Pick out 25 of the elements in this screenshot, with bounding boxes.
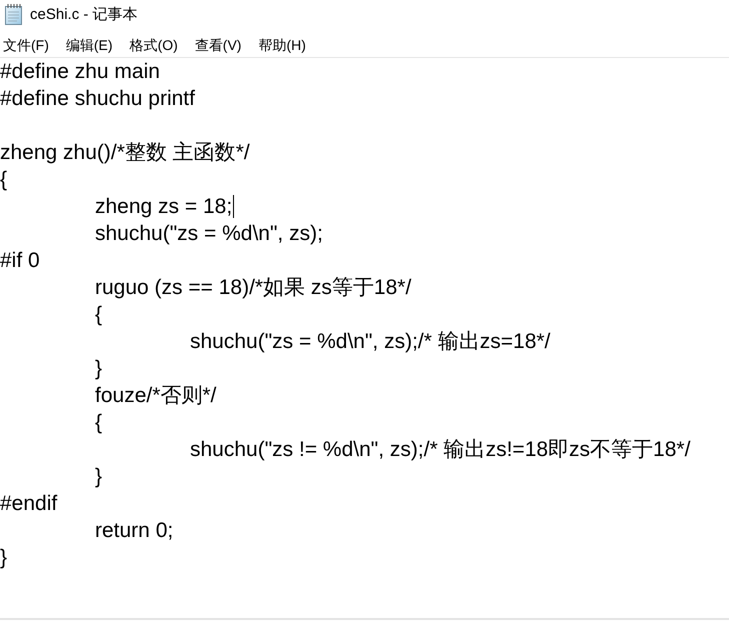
code-line: shuchu("zs = %d\n", zs); (95, 221, 323, 246)
menu-item[interactable]: 文件(F) (2, 35, 50, 55)
code-line: } (95, 464, 102, 489)
code-line: shuchu("zs != %d\n", zs);/* 输出zs!=18即zs不等于18*/ (190, 437, 690, 462)
code-line: { (95, 302, 102, 327)
menu-item[interactable]: 编辑(E) (64, 35, 114, 55)
code-line: shuchu("zs = %d\n", zs);/* 输出zs=18*/ (190, 329, 550, 354)
code-line: #endif (0, 491, 58, 516)
code-line: return 0; (95, 518, 174, 543)
menu-item[interactable]: 帮助(H) (257, 35, 307, 55)
menu-item[interactable]: 查看(V) (194, 35, 242, 55)
code-line: #define shuchu printf (0, 86, 195, 111)
code-line: ruguo (zs == 18)/*如果 zs等于18*/ (95, 275, 412, 300)
code-line: zheng zs = 18; (95, 194, 232, 219)
code-line: } (0, 545, 8, 570)
code-line: { (0, 167, 8, 192)
menu-item[interactable]: 格式(O) (128, 35, 179, 55)
code-line: #define zhu main (0, 59, 160, 84)
window-title: ceShi.c - 记事本 (30, 4, 138, 24)
code-line: } (95, 356, 102, 381)
code-line: fouze/*否则*/ (95, 383, 216, 408)
code-line: #if 0 (0, 248, 40, 273)
code-line: { (95, 410, 102, 435)
notepad-icon (5, 4, 22, 25)
code-line: zheng zhu()/*整数 主函数*/ (0, 140, 250, 165)
